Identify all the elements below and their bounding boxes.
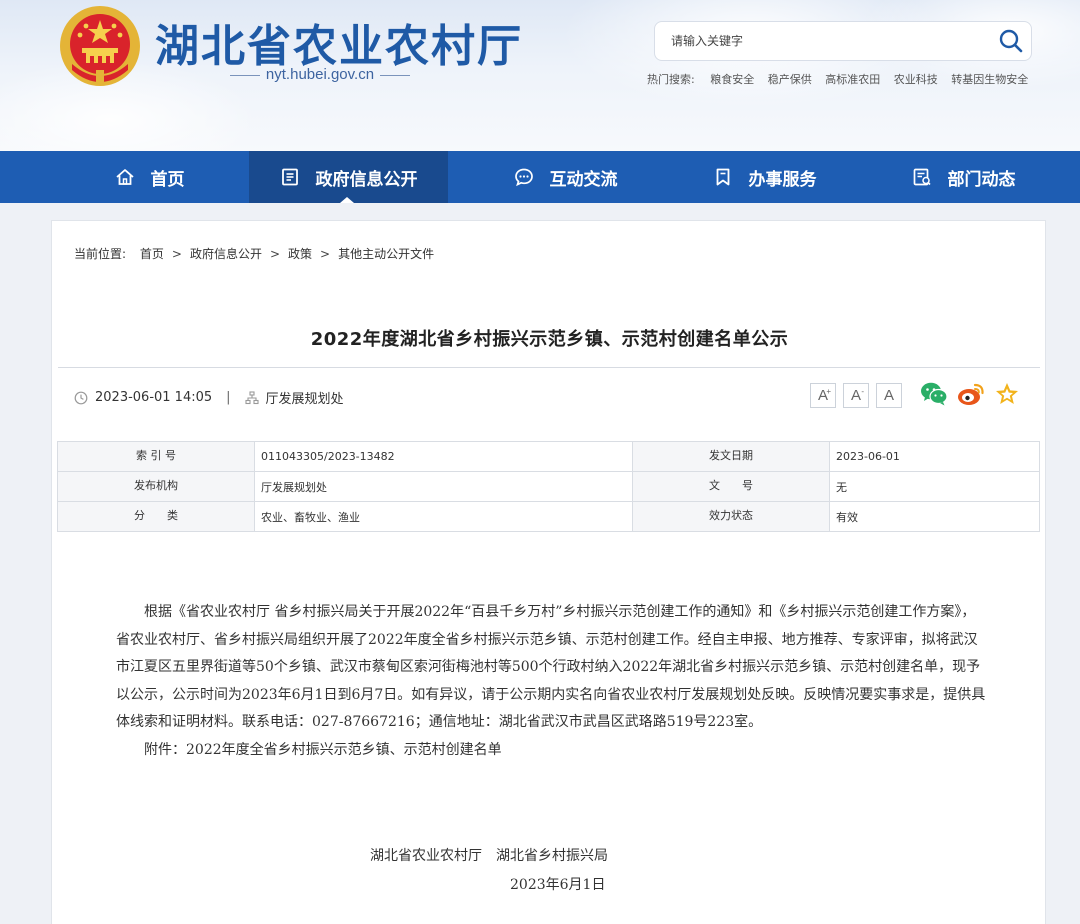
nav-item-services[interactable]: 办事服务 xyxy=(665,151,864,203)
hot-search-link[interactable]: 农业科技 xyxy=(894,73,938,86)
info-value: 有效 xyxy=(829,501,1040,532)
font-size-glyph: A xyxy=(850,387,861,404)
favorite-star-icon[interactable] xyxy=(994,381,1020,407)
info-value: 2023-06-01 xyxy=(829,441,1040,472)
info-key: 效力状态 xyxy=(632,501,830,532)
domain-right-rule xyxy=(380,74,411,76)
info-value: 农业、畜牧业、渔业 xyxy=(254,501,633,532)
table-row: 分 类 农业、畜牧业、渔业 效力状态 有效 xyxy=(57,501,1040,532)
info-key: 文 号 xyxy=(632,471,830,502)
signature-block: 湖北省农业农村厅 湖北省乡村振兴局 2023年6月1日 xyxy=(370,845,670,894)
hot-search-bar: 热门搜索: 粮食安全 稳产保供 高标准农田 农业科技 转基因生物安全 xyxy=(647,71,1047,87)
clock-icon xyxy=(74,391,88,404)
font-size-minus-mark: - xyxy=(861,387,864,396)
attachment-line[interactable]: 附件：2022年度全省乡村振兴示范乡镇、示范村创建名单 xyxy=(116,737,986,765)
search-box xyxy=(654,21,1032,61)
active-tab-caret xyxy=(340,197,354,203)
breadcrumb-label: 当前位置: xyxy=(74,247,127,261)
breadcrumb: 当前位置: 首页 > 政府信息公开 > 政策 > 其他主动公开文件 xyxy=(74,245,434,262)
wechat-share-icon[interactable] xyxy=(920,381,948,407)
hot-search-link[interactable]: 转基因生物安全 xyxy=(951,73,1028,86)
info-value: 无 xyxy=(829,471,1040,502)
search-icon[interactable] xyxy=(997,27,1025,55)
font-size-decrease-button[interactable]: A- xyxy=(843,383,869,408)
nav-item-dept-news[interactable]: 部门动态 xyxy=(864,151,1063,203)
hot-search-link[interactable]: 稳产保供 xyxy=(768,73,812,86)
breadcrumb-link-other-files[interactable]: 其他主动公开文件 xyxy=(338,247,434,261)
nav-item-label: 首页 xyxy=(150,169,185,190)
table-row: 索 引 号 011043305/2023-13482 发文日期 2023-06-… xyxy=(57,441,1040,472)
font-size-controls: A + A- A xyxy=(810,383,909,408)
hot-search-link[interactable]: 高标准农田 xyxy=(825,73,880,86)
publish-date: 2023-06-01 14:05 xyxy=(95,390,213,405)
weibo-share-icon[interactable] xyxy=(957,381,985,407)
home-icon xyxy=(115,169,134,185)
nav-item-label: 政府信息公开 xyxy=(315,169,418,190)
search-input[interactable] xyxy=(655,34,997,48)
font-size-default-button[interactable]: A xyxy=(876,383,902,408)
info-key: 发文日期 xyxy=(632,441,830,472)
main-nav: 首页 政府信息公开 互动交流 办事服务 部门动态 xyxy=(0,151,1080,203)
nav-item-interaction[interactable]: 互动交流 xyxy=(466,151,665,203)
bookmark-icon xyxy=(716,168,729,186)
site-title[interactable]: 湖北省农业农村厅 xyxy=(155,10,523,74)
org-chart-icon xyxy=(244,390,259,404)
article-title: 2022年度湖北省乡村振兴示范乡镇、示范村创建名单公示 xyxy=(310,329,789,350)
domain-left-rule xyxy=(229,74,260,76)
font-size-increase-button[interactable]: A + xyxy=(810,383,836,408)
info-value: 厅发展规划处 xyxy=(254,471,633,502)
article-container: 当前位置: 首页 > 政府信息公开 > 政策 > 其他主动公开文件 2022年度湖北省乡村振… xyxy=(51,220,1046,924)
font-size-plus-mark: + xyxy=(826,387,831,396)
breadcrumb-link-home[interactable]: 首页 xyxy=(140,247,164,261)
signature-organizations: 湖北省农业农村厅 湖北省乡村振兴局 xyxy=(370,848,608,864)
info-value: 011043305/2023-13482 xyxy=(254,441,633,472)
national-emblem-icon[interactable] xyxy=(58,4,142,88)
breadcrumb-separator: > xyxy=(269,247,281,261)
info-key: 发布机构 xyxy=(57,471,255,502)
table-row: 发布机构 厅发展规划处 文 号 无 xyxy=(57,471,1040,502)
title-divider xyxy=(58,367,1040,368)
font-size-glyph: A xyxy=(883,387,894,404)
publishing-department: 厅发展规划处 xyxy=(265,392,344,407)
document-icon xyxy=(281,168,298,186)
nav-item-label: 办事服务 xyxy=(748,169,817,190)
document-info-table: 索 引 号 011043305/2023-13482 发文日期 2023-06-… xyxy=(57,441,1040,532)
hot-search-link[interactable]: 粮食安全 xyxy=(710,73,754,86)
site-header: 湖北省农业农村厅 nyt.hubei.gov.cn 热门搜索: 粮食安全 稳产保… xyxy=(0,0,1080,151)
breadcrumb-link-gov-info[interactable]: 政府信息公开 xyxy=(190,247,262,261)
meta-separator: | xyxy=(226,390,231,405)
article-body: 根据《省农业农村厅 省乡村振兴局关于开展2022年“百县千乡万村”乡村振兴示范创… xyxy=(116,599,986,764)
signature-date: 2023年6月1日 xyxy=(510,877,606,893)
article-meta: 2023-06-01 14:05 | 厅发展规划处 xyxy=(74,388,344,407)
nav-item-label: 互动交流 xyxy=(549,169,618,190)
info-key: 分 类 xyxy=(57,501,255,532)
nav-item-gov-info[interactable]: 政府信息公开 xyxy=(249,151,448,203)
body-paragraph: 根据《省农业农村厅 省乡村振兴局关于开展2022年“百县千乡万村”乡村振兴示范创… xyxy=(116,604,986,730)
hot-search-label: 热门搜索: xyxy=(647,73,695,86)
chat-icon xyxy=(514,168,533,187)
breadcrumb-separator: > xyxy=(320,247,331,261)
share-bar xyxy=(920,381,1029,407)
breadcrumb-separator: > xyxy=(171,247,182,261)
breadcrumb-link-policy[interactable]: 政策 xyxy=(288,247,312,261)
nav-item-home[interactable]: 首页 xyxy=(50,151,249,203)
info-key: 索 引 号 xyxy=(57,441,255,472)
site-domain-text: nyt.hubei.gov.cn xyxy=(265,66,375,83)
report-icon xyxy=(913,168,931,186)
nav-item-label: 部门动态 xyxy=(947,169,1016,190)
site-domain: nyt.hubei.gov.cn xyxy=(220,66,420,83)
